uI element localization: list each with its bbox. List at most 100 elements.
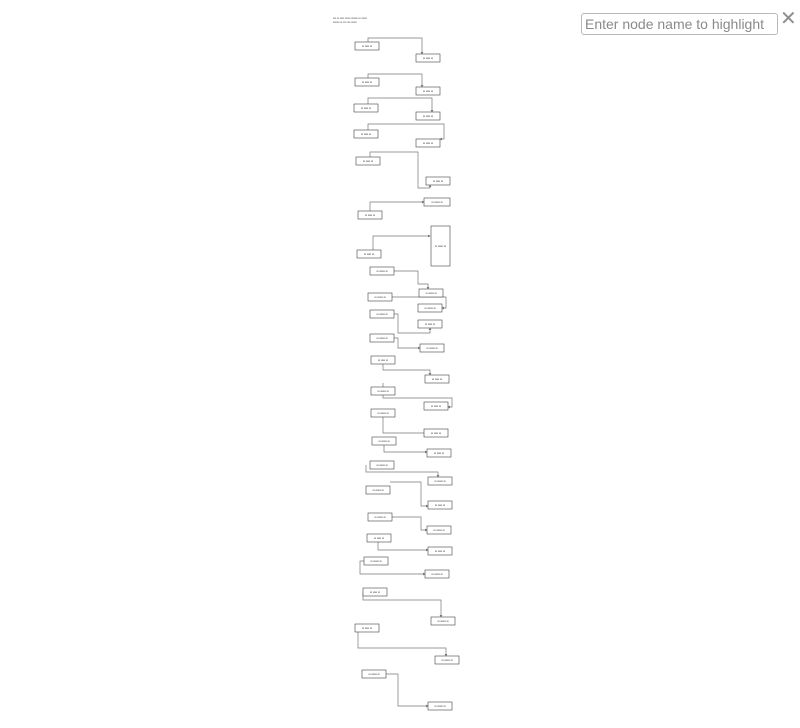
graph-node[interactable]: ▪▪ ▪▪▪▪ ▪▪ [415,111,441,121]
graph-node[interactable]: ▪▪ ▪▪▪▪ ▪▪ [425,176,451,186]
graph-node[interactable]: ▪▪ ▪▪▪▪ ▪▪ [426,448,452,458]
graph-node[interactable]: ▪▪ ▪▪▪▪ ▪▪ [355,156,381,166]
graph-node[interactable]: ▪▪ ▪▪▪▪▪ ▪▪ [363,556,389,566]
graph-node[interactable]: ▪▪ ▪▪▪▪ ▪▪ [427,546,453,556]
graph-node-label: ▪▪ ▪▪▪▪ ▪▪ [362,80,372,84]
graph-node-label: ▪▪ ▪▪▪▪ ▪▪ [423,56,433,60]
graph-node[interactable]: ▪▪ ▪▪▪▪ ▪▪ [353,103,379,113]
graph-node[interactable]: ▪▪ ▪▪▪▪▪ ▪▪ [369,460,395,470]
graph-node-label: ▪▪ ▪▪▪▪▪ ▪▪ [376,269,387,273]
graph-node[interactable]: ▪▪ ▪▪▪▪▪ ▪▪ [426,525,452,535]
graph-node-label: ▪▪ ▪▪▪▪ ▪▪ [423,141,433,145]
graph-node[interactable]: ▪▪ ▪▪▪▪▪ ▪▪ [419,343,445,353]
graph-node[interactable]: ▪▪ ▪▪▪▪▪ ▪▪ [424,569,450,579]
graph-node[interactable]: ▪▪ ▪▪▪▪ ▪▪ [362,587,388,597]
graph-node[interactable]: ▪▪ ▪▪▪▪ ▪▪ [427,500,453,510]
graph-node-label: ▪▪ ▪▪▪▪ ▪▪ [370,590,380,594]
graph-node-label: ▪▪ ▪▪▪▪▪ ▪▪ [376,463,387,467]
graph-node[interactable]: ▪▪ ▪▪▪▪ ▪▪ [356,249,382,259]
graph-node[interactable]: ▪▪ ▪▪▪▪▪ ▪▪ [417,303,443,313]
graph-node-label: ▪▪ ▪▪▪▪▪ ▪▪ [431,200,442,204]
graph-node-label: ▪▪ ▪▪▪▪ ▪▪ [361,132,371,136]
graph-edge [390,481,429,508]
graph-node[interactable]: ▪▪ ▪▪▪▪ ▪▪ [417,319,443,329]
graph-node[interactable]: ▪▪ ▪▪▪▪ ▪▪ [370,355,396,365]
graph-node-label: ▪▪ ▪▪▪▪▪ ▪▪ [368,672,379,676]
graph-edge [391,516,428,532]
graph-node-label: ▪▪ ▪▪▪▪ ▪▪ [423,114,433,118]
graph-node-label: ▪▪ ▪▪▪▪ ▪▪ [434,451,444,455]
graph-node[interactable]: ▪▪ ▪▪▪▪ ▪▪ [423,428,449,438]
search-input[interactable] [581,13,778,35]
graph-node-label: ▪▪ ▪▪▪▪ ▪▪ [362,626,372,630]
graph-node[interactable]: ▪▪ ▪▪▪▪▪ ▪▪ [418,288,444,298]
graph-edge [386,673,429,708]
graph-node-label: ▪▪ ▪▪▪▪ ▪▪ [364,252,374,256]
graph-node-label: ▪▪ ▪▪▪▪▪ ▪▪ [376,312,387,316]
graph-node[interactable]: ▪▪ ▪▪▪▪▪ ▪▪ [370,408,396,418]
graph-node[interactable]: ▪▪ ▪▪▪▪▪ ▪▪ [423,197,451,207]
graph-node-label: ▪▪ ▪▪▪▪▪ ▪▪ [426,346,437,350]
dependency-graph: ▪▪ ▪▪▪▪ ▪▪ ▪▪ ▪▪▪▪ ▪▪ ▪▪ ▪▪▪▪ ▪▪ ▪▪ ▪▪▪▪ ▪▪… [353,37,460,711]
graph-node-label: ▪▪ ▪▪▪▪ ▪▪ [363,159,373,163]
graph-edge [394,270,430,290]
graph-edge [382,364,432,376]
diagram-subtitle: ▪▪▪▪▪▪ ▪▪ ▪▪▪ ▪▪▪ ▪▪▪▪▪ [333,20,357,24]
graph-node[interactable]: ▪▪ ▪▪▪▪ ▪▪ [415,86,441,96]
graph-node-label: ▪▪ ▪▪▪▪▪ ▪▪ [434,704,445,708]
graph-node[interactable]: ▪▪ ▪▪▪▪▪ ▪▪ [365,485,391,495]
graph-node-label: ▪▪ ▪▪▪▪▪ ▪▪ [374,295,385,299]
graph-node-label: ▪▪ ▪▪▪▪ ▪▪ [431,431,441,435]
graph-node[interactable]: ▪▪ ▪▪▪▪ ▪▪ [357,210,383,220]
graph-node-label: ▪▪ ▪▪▪▪ ▪▪ [378,358,388,362]
graph-node[interactable]: ▪▪ ▪▪▪▪▪ ▪▪ [367,292,393,302]
graph-node-label: ▪▪ ▪▪▪▪ ▪▪ [433,179,443,183]
graph-node-label: ▪▪ ▪▪▪▪▪ ▪▪ [425,291,436,295]
graph-node[interactable]: ▪▪ ▪▪▪▪ ▪▪ [415,53,441,63]
graph-node[interactable]: ▪▪ ▪▪▪▪▪ ▪▪ [427,476,453,486]
graph-node-label: ▪▪ ▪▪▪▪▪ ▪▪ [434,479,445,483]
graph-node-label: ▪▪ ▪▪▪▪ ▪▪ [374,536,384,540]
graph-node[interactable]: ▪▪ ▪▪▪▪▪ ▪▪ [370,386,396,396]
graph-node[interactable]: ▪▪ ▪▪▪▪▪ ▪▪ [367,512,393,522]
graph-node-label: ▪▪ ▪▪▪▪▪ ▪▪ [376,336,387,340]
graph-node-label: ▪▪ ▪▪▪▪ ▪▪ [432,377,442,381]
graph-node[interactable]: ▪▪ ▪▪▪▪ ▪▪ [354,623,380,633]
graph-node[interactable]: ▪▪ ▪▪▪▪ ▪▪ [354,41,380,51]
graph-node-label: ▪▪ ▪▪▪▪ ▪▪ [423,89,433,93]
graph-node-label: ▪▪ ▪▪▪▪ ▪▪ [435,549,445,553]
graph-node[interactable]: ▪▪ ▪▪▪▪▪ ▪▪ [430,616,456,626]
graph-node-label: ▪▪ ▪▪▪▪▪ ▪▪ [377,389,388,393]
close-icon[interactable]: ✕ [780,8,797,28]
graph-node-label: ▪▪ ▪▪▪▪ ▪▪ [435,503,445,507]
graph-node[interactable]: ▪▪ ▪▪▪▪ ▪▪ [354,77,380,87]
graph-edge [367,123,445,141]
graph-node[interactable]: ▪▪ ▪▪▪▪ ▪▪ [353,129,379,139]
graph-node-label: ▪▪ ▪▪▪▪▪ ▪▪ [441,658,452,662]
graph-edge [372,234,431,250]
graph-node-label: ▪▪ ▪▪▪▪ ▪▪ [361,106,371,110]
graph-edge [383,445,428,454]
graph-node[interactable]: ▪▪ ▪▪▪▪▪ ▪▪ [361,669,387,679]
graph-node[interactable]: ▪▪ ▪▪▪▪▪ ▪▪ [430,225,451,267]
graph-node[interactable]: ▪▪ ▪▪▪▪▪ ▪▪ [427,701,453,711]
graph-node[interactable]: ▪▪ ▪▪▪▪▪ ▪▪ [434,655,460,665]
graph-node[interactable]: ▪▪ ▪▪▪▪▪ ▪▪ [371,436,397,446]
graph-node[interactable]: ▪▪ ▪▪▪▪ ▪▪ [424,374,450,384]
graph-node[interactable]: ▪▪ ▪▪▪▪▪ ▪▪ [369,266,395,276]
graph-node[interactable]: ▪▪ ▪▪▪▪▪ ▪▪ [369,333,395,343]
graph-node-label: ▪▪ ▪▪▪▪ ▪▪ [362,44,372,48]
graph-node-label: ▪▪ ▪▪▪▪▪ ▪▪ [424,306,435,310]
graph-node[interactable]: ▪▪ ▪▪▪▪ ▪▪ [366,533,392,543]
graph-node[interactable]: ▪▪ ▪▪▪▪ ▪▪ [423,401,449,411]
graph-node-label: ▪▪ ▪▪▪▪▪ ▪▪ [374,515,385,519]
graph-node-label: ▪▪ ▪▪▪▪ ▪▪ [431,404,441,408]
graph-node-label: ▪▪ ▪▪▪▪ ▪▪ [365,213,375,217]
graph-node-label: ▪▪ ▪▪▪▪▪ ▪▪ [435,244,446,248]
graph-node-label: ▪▪ ▪▪▪▪ ▪▪ [425,322,435,326]
graph-edge [369,200,425,211]
graph-node[interactable]: ▪▪ ▪▪▪▪▪ ▪▪ [369,309,395,319]
graph-node-label: ▪▪ ▪▪▪▪▪ ▪▪ [437,619,448,623]
graph-edge [357,632,448,657]
graph-node[interactable]: ▪▪ ▪▪▪▪ ▪▪ [415,138,441,148]
